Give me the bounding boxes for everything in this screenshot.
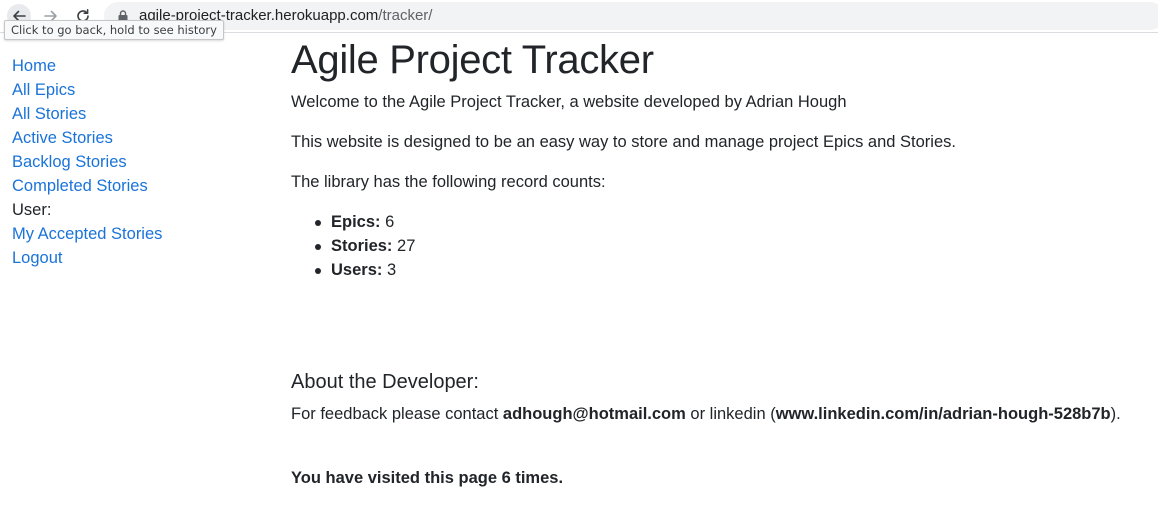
sidebar-nav: Home All Epics All Stories Active Storie… <box>12 54 252 270</box>
feedback-middle: or linkedin ( <box>690 405 776 423</box>
purpose-text: This website is designed to be an easy w… <box>291 133 956 151</box>
feedback-prefix: For feedback please contact <box>291 405 499 423</box>
count-value: 3 <box>386 261 397 279</box>
counts-intro-text: The library has the following record cou… <box>291 173 606 191</box>
sidebar-item-logout: Logout <box>12 246 252 270</box>
feedback-suffix: ). <box>1110 405 1121 423</box>
address-bar[interactable]: agile-project-tracker.herokuapp.com/trac… <box>104 2 1158 30</box>
back-button-tooltip: Click to go back, hold to see history <box>4 20 224 40</box>
page-title: Agile Project Tracker <box>291 38 654 82</box>
count-item-epics: Epics: 6 <box>315 210 1151 234</box>
sidebar-item-user: User: <box>12 198 252 222</box>
count-label: Stories: <box>331 237 393 255</box>
url-path: /tracker/ <box>378 7 433 24</box>
developer-heading: About the Developer: <box>291 371 479 393</box>
count-label: Epics: <box>331 213 381 231</box>
sidebar-item-all-stories: All Stories <box>12 102 252 126</box>
sidebar-item-home: Home <box>12 54 252 78</box>
count-value: 27 <box>397 237 416 255</box>
completed-stories-link[interactable]: Completed Stories <box>12 177 148 195</box>
my-accepted-stories-link[interactable]: My Accepted Stories <box>12 225 162 243</box>
backlog-stories-link[interactable]: Backlog Stories <box>12 153 127 171</box>
record-counts-list: Epics: 6 Stories: 27 Users: 3 <box>291 210 1151 282</box>
welcome-text: Welcome to the Agile Project Tracker, a … <box>291 93 847 111</box>
active-stories-link[interactable]: Active Stories <box>12 129 113 147</box>
main-content: Agile Project Tracker Welcome to the Agi… <box>291 36 1151 490</box>
feedback-email: adhough@hotmail.com <box>502 405 686 423</box>
feedback-text: For feedback please contact adhough@hotm… <box>291 402 1151 426</box>
sidebar-item-completed-stories: Completed Stories <box>12 174 252 198</box>
sidebar-list: Home All Epics All Stories Active Storie… <box>12 54 252 270</box>
all-epics-link[interactable]: All Epics <box>12 81 75 99</box>
logout-link[interactable]: Logout <box>12 249 62 267</box>
count-item-stories: Stories: 27 <box>315 234 1151 258</box>
home-link[interactable]: Home <box>12 57 56 75</box>
feedback-linkedin: www.linkedin.com/in/adrian-hough-528b7b <box>775 405 1111 423</box>
all-stories-link[interactable]: All Stories <box>12 105 86 123</box>
sidebar-item-active-stories: Active Stories <box>12 126 252 150</box>
count-item-users: Users: 3 <box>315 258 1151 282</box>
count-label: Users: <box>331 261 383 279</box>
sidebar-item-all-epics: All Epics <box>12 78 252 102</box>
visit-count-text: You have visited this page 6 times. <box>291 469 564 487</box>
sidebar-item-my-accepted-stories: My Accepted Stories <box>12 222 252 246</box>
user-label: User: <box>12 201 52 219</box>
sidebar-item-backlog-stories: Backlog Stories <box>12 150 252 174</box>
count-value: 6 <box>385 213 395 231</box>
